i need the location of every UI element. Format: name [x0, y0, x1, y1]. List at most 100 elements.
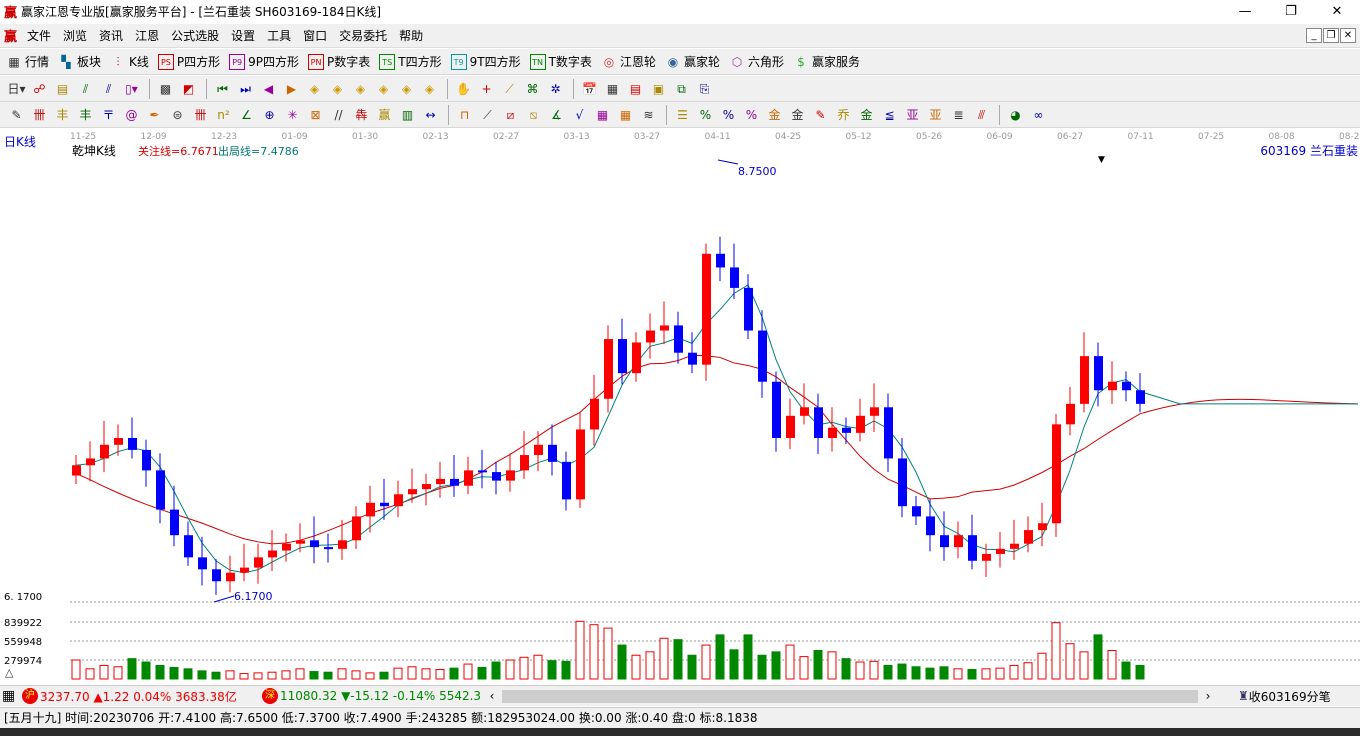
crosshair-icon[interactable]: + [476, 79, 497, 99]
tool-d-icon[interactable]: 〒 [98, 105, 119, 125]
toolbar-button-8[interactable]: TN T数字表 [529, 53, 592, 70]
color-chart-icon[interactable]: ◩ [178, 79, 199, 99]
menu-item-4[interactable]: 公式选股 [165, 27, 225, 44]
shape-tool-icon[interactable]: ⌘ [522, 79, 543, 99]
export-icon[interactable]: ⎘ [694, 79, 715, 99]
mdi-restore-button[interactable]: ❐ [1323, 28, 1339, 43]
toolbar-button-11[interactable]: ⬡ 六角形 [729, 53, 784, 70]
menu-item-1[interactable]: 浏览 [57, 27, 93, 44]
link-icon[interactable]: ☍ [29, 79, 50, 99]
toolbar-button-7[interactable]: T9 9T四方形 [450, 53, 521, 70]
gold-circle-icon[interactable]: 金 [764, 105, 785, 125]
grid-red2-icon[interactable]: ▦ [615, 105, 636, 125]
network-icon[interactable]: ⧉ [671, 79, 692, 99]
maximize-button[interactable]: ❐ [1268, 0, 1314, 23]
scroll-thumb[interactable] [502, 689, 1198, 703]
line-tool-icon[interactable]: ⟋ [499, 79, 520, 99]
tool-i-icon[interactable]: 亚 [902, 105, 923, 125]
parallel-icon[interactable]: ≋ [638, 105, 659, 125]
toolbar-button-9[interactable]: ◎ 江恩轮 [601, 53, 656, 70]
toolbar-button-4[interactable]: P9 9P四方形 [229, 53, 299, 70]
tool-e-icon[interactable]: 卌 [190, 105, 211, 125]
gold-lines-icon[interactable]: 金 [787, 105, 808, 125]
pen-icon[interactable]: ✎ [6, 105, 27, 125]
menu-item-2[interactable]: 资讯 [93, 27, 129, 44]
tool-l-icon[interactable]: ⫻ [971, 105, 992, 125]
tick-detail-link[interactable]: 收603169分笔 [1249, 688, 1331, 705]
toolbar-button-10[interactable]: ◉ 赢家轮 [665, 53, 720, 70]
next-icon[interactable]: ▶ [281, 79, 302, 99]
quotes-icon[interactable]: ▦ [2, 688, 18, 704]
toolbar-button-0[interactable]: ▦ 行情 [6, 53, 49, 70]
diamond-down-icon[interactable]: ◈ [419, 79, 440, 99]
scroll-left-button[interactable]: ‹ [482, 689, 502, 703]
diamond-shrink-icon[interactable]: ◈ [373, 79, 394, 99]
infinity-icon[interactable]: ∞ [1028, 105, 1049, 125]
diamond-left-icon[interactable]: ◈ [304, 79, 325, 99]
fan-lines-icon[interactable]: ⟋ [477, 105, 498, 125]
pen3-icon[interactable]: ✎ [810, 105, 831, 125]
v-icon[interactable]: √ [569, 105, 590, 125]
toolbar-button-12[interactable]: $ 赢家服务 [793, 53, 860, 70]
chart3-icon[interactable]: ⫽ [75, 79, 96, 99]
circle-grid-icon[interactable]: ⊜ [167, 105, 188, 125]
toolbar-button-5[interactable]: PN P数字表 [308, 53, 370, 70]
list-icon[interactable]: ☰ [672, 105, 693, 125]
angle-icon[interactable]: ∠ [236, 105, 257, 125]
kline-chart[interactable]: 11-25 12-09 12-23 01-09 01-30 02-13 02-27 03-13… [0, 128, 1360, 684]
grid-toggle-icon[interactable]: ▩ [155, 79, 176, 99]
gold-icon[interactable]: 金 [856, 105, 877, 125]
fan-box-icon[interactable]: ⧄ [500, 105, 521, 125]
diamond-up-icon[interactable]: ◈ [396, 79, 417, 99]
win-icon[interactable]: 赢 [374, 105, 395, 125]
sz-index[interactable]: 11080.32 ▼-15.12 -0.14% 5542.38 [280, 689, 480, 703]
ruler-icon[interactable]: ▥ [397, 105, 418, 125]
pattern-icon[interactable]: ✲ [545, 79, 566, 99]
doc-icon[interactable]: ▤ [52, 79, 73, 99]
tool-b-icon[interactable]: 丰 [52, 105, 73, 125]
last-icon[interactable]: ⏭ [235, 79, 256, 99]
minimize-button[interactable]: — [1222, 0, 1268, 23]
tool-h-icon[interactable]: ≦ [879, 105, 900, 125]
frame-icon[interactable]: ⊓ [454, 105, 475, 125]
menu-item-5[interactable]: 设置 [225, 27, 261, 44]
report-icon[interactable]: ▤ [625, 79, 646, 99]
menu-item-0[interactable]: 文件 [21, 27, 57, 44]
grid-fan-icon[interactable]: ⧅ [523, 105, 544, 125]
percent-icon[interactable]: % [718, 105, 739, 125]
period-day-icon[interactable]: 日▾ [6, 79, 27, 99]
tool-k-icon[interactable]: ≣ [948, 105, 969, 125]
tool-c-icon[interactable]: 丰 [75, 105, 96, 125]
close-button[interactable]: ✕ [1314, 0, 1360, 23]
diamond-expand-icon[interactable]: ◈ [350, 79, 371, 99]
calendar-icon[interactable]: 📅 [579, 79, 600, 99]
toolbar-button-3[interactable]: PS P四方形 [157, 53, 220, 70]
percent-lines-icon[interactable]: % [741, 105, 762, 125]
calculator-icon[interactable]: ▦ [602, 79, 623, 99]
menu-item-7[interactable]: 窗口 [297, 27, 333, 44]
chart-canvas[interactable]: 11-25 12-09 12-23 01-09 01-30 02-13 02-27 03-13… [0, 128, 1360, 684]
fan-icon[interactable]: // [328, 105, 349, 125]
scroll-right-button[interactable]: › [1198, 689, 1218, 703]
percent-fan-icon[interactable]: % [695, 105, 716, 125]
tool-a-icon[interactable]: 卌 [29, 105, 50, 125]
star-icon[interactable]: ✳ [282, 105, 303, 125]
width-icon[interactable]: ↔ [420, 105, 441, 125]
mdi-close-button[interactable]: ✕ [1340, 28, 1356, 43]
menu-item-3[interactable]: 江恩 [129, 27, 165, 44]
mdi-minimize-button[interactable]: _ [1306, 28, 1322, 43]
toolbar-button-2[interactable]: ⫶ K线 [110, 53, 149, 70]
square-n-icon[interactable]: n² [213, 105, 234, 125]
tool-g-icon[interactable]: 乔 [833, 105, 854, 125]
angle2-icon[interactable]: ∡ [546, 105, 567, 125]
box-x-icon[interactable]: ⊠ [305, 105, 326, 125]
chart9-icon[interactable]: ⫽ [98, 79, 119, 99]
toolbar-button-1[interactable]: ▚ 板块 [58, 53, 101, 70]
diamond-right-icon[interactable]: ◈ [327, 79, 348, 99]
hand-icon[interactable]: ✋ [453, 79, 474, 99]
save-icon[interactable]: ▣ [648, 79, 669, 99]
menu-item-8[interactable]: 交易委托 [333, 27, 393, 44]
spiral-icon[interactable]: @ [121, 105, 142, 125]
menu-item-9[interactable]: 帮助 [393, 27, 429, 44]
sh-index[interactable]: 3237.70 ▲1.22 0.04% 3683.38亿 [40, 688, 260, 705]
